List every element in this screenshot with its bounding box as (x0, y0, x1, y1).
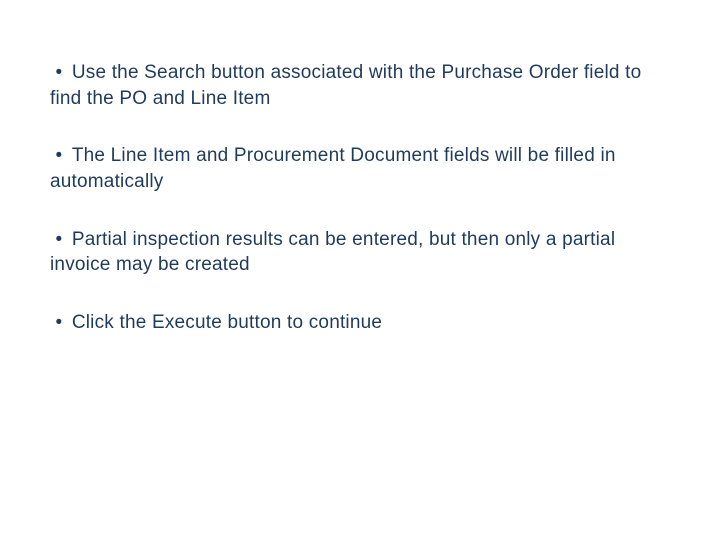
bullet-list: • Use the Search button associated with … (50, 60, 670, 335)
bullet-glyph: • (50, 145, 68, 166)
bullet-text: Partial inspection results can be entere… (50, 229, 615, 276)
bullet-item: • The Line Item and Procurement Document… (50, 143, 670, 194)
bullet-item: • Use the Search button associated with … (50, 60, 670, 111)
bullet-item: • Partial inspection results can be ente… (50, 227, 670, 278)
bullet-glyph: • (50, 229, 68, 250)
bullet-text: Click the Execute button to continue (72, 312, 382, 333)
bullet-glyph: • (50, 62, 68, 83)
bullet-item: • Click the Execute button to continue (50, 310, 670, 336)
bullet-glyph: • (50, 312, 68, 333)
bullet-text: The Line Item and Procurement Document f… (50, 145, 616, 192)
bullet-text: Use the Search button associated with th… (50, 62, 641, 109)
